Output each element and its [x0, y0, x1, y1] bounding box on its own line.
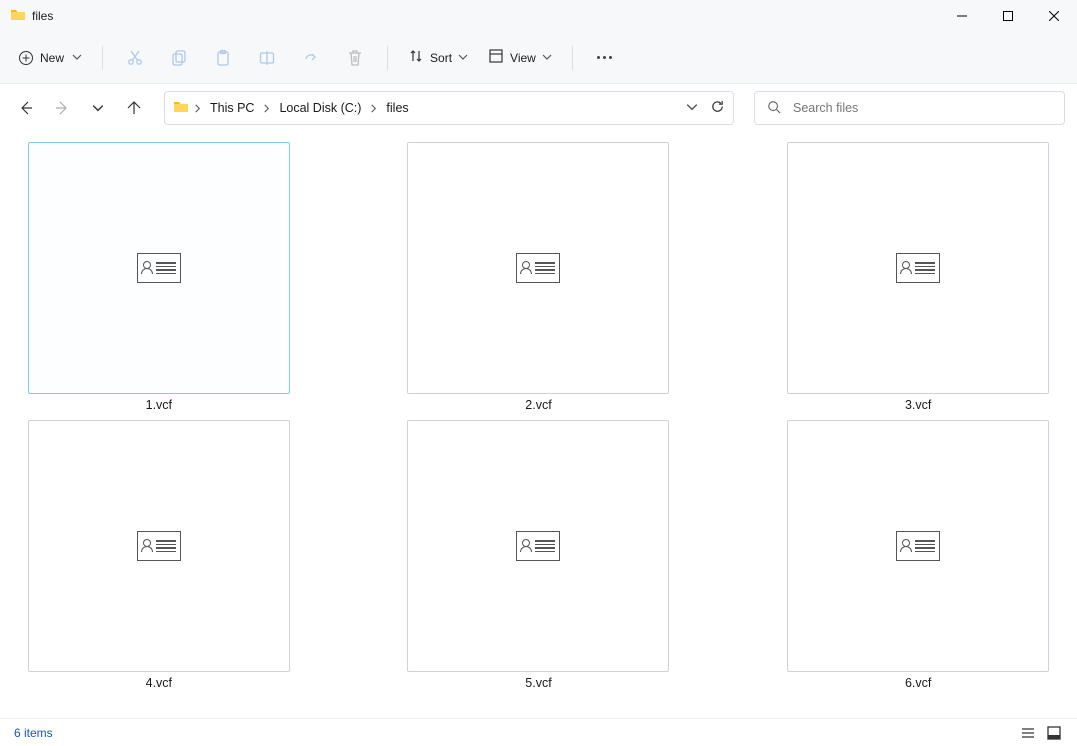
- sort-label: Sort: [430, 51, 452, 65]
- share-button[interactable]: [291, 40, 331, 76]
- details-view-button[interactable]: [1019, 724, 1037, 742]
- search-icon: [767, 100, 781, 117]
- forward-button[interactable]: [48, 94, 76, 122]
- file-item[interactable]: 4.vcf: [14, 420, 304, 690]
- file-thumbnail[interactable]: [28, 420, 290, 672]
- view-icon: [488, 48, 504, 67]
- file-explorer-window: files New: [0, 0, 1077, 746]
- maximize-button[interactable]: [985, 0, 1031, 32]
- toolbar-separator: [572, 46, 573, 70]
- plus-circle-icon: [18, 50, 34, 66]
- refresh-button[interactable]: [710, 99, 725, 117]
- recent-dropdown[interactable]: [84, 94, 112, 122]
- file-name-label[interactable]: 6.vcf: [905, 676, 931, 690]
- file-thumbnail[interactable]: [787, 420, 1049, 672]
- nav-row: This PC Local Disk (C:) files: [0, 84, 1077, 132]
- vcard-icon: [516, 531, 560, 561]
- status-bar: 6 items: [0, 718, 1077, 746]
- file-item[interactable]: 3.vcf: [773, 142, 1063, 412]
- vcard-icon: [516, 253, 560, 283]
- content-area[interactable]: 1.vcf 2.vcf 3.vcf 4.vcf 5.vcf: [0, 132, 1077, 718]
- search-input[interactable]: [791, 100, 1052, 116]
- folder-icon: [173, 99, 189, 118]
- chevron-down-icon: [458, 51, 468, 65]
- status-text: 6 items: [14, 726, 53, 740]
- breadcrumb-item[interactable]: Local Disk (C:): [275, 101, 365, 115]
- cut-button[interactable]: [115, 40, 155, 76]
- chevron-right-icon[interactable]: [369, 104, 378, 113]
- file-name-label[interactable]: 3.vcf: [905, 398, 931, 412]
- vcard-icon: [137, 531, 181, 561]
- paste-button[interactable]: [203, 40, 243, 76]
- vcard-icon: [896, 531, 940, 561]
- titlebar: files: [0, 0, 1077, 32]
- chevron-down-icon[interactable]: [686, 101, 698, 116]
- toolbar-separator: [102, 46, 103, 70]
- file-name-label[interactable]: 1.vcf: [146, 398, 172, 412]
- delete-button[interactable]: [335, 40, 375, 76]
- back-button[interactable]: [12, 94, 40, 122]
- chevron-down-icon: [72, 51, 82, 65]
- breadcrumb-item[interactable]: This PC: [206, 101, 258, 115]
- file-thumbnail[interactable]: [407, 142, 669, 394]
- file-name-label[interactable]: 5.vcf: [525, 676, 551, 690]
- chevron-down-icon: [542, 51, 552, 65]
- sort-button[interactable]: Sort: [400, 44, 476, 71]
- thumbnails-view-button[interactable]: [1045, 724, 1063, 742]
- file-item[interactable]: 5.vcf: [394, 420, 684, 690]
- window-title: files: [32, 9, 53, 23]
- file-name-label[interactable]: 2.vcf: [525, 398, 551, 412]
- view-label: View: [510, 51, 536, 65]
- folder-icon: [10, 7, 26, 26]
- new-label: New: [40, 51, 64, 65]
- view-button[interactable]: View: [480, 44, 560, 71]
- chevron-right-icon[interactable]: [193, 104, 202, 113]
- statusbar-right: [1019, 724, 1063, 742]
- copy-button[interactable]: [159, 40, 199, 76]
- search-box[interactable]: [754, 91, 1065, 125]
- rename-button[interactable]: [247, 40, 287, 76]
- titlebar-left: files: [0, 7, 53, 26]
- chevron-right-icon[interactable]: [262, 104, 271, 113]
- window-controls: [939, 0, 1077, 32]
- file-item[interactable]: 2.vcf: [394, 142, 684, 412]
- vcard-icon: [896, 253, 940, 283]
- up-button[interactable]: [120, 94, 148, 122]
- toolbar-separator: [387, 46, 388, 70]
- breadcrumb-right: [686, 99, 725, 117]
- file-thumbnail[interactable]: [407, 420, 669, 672]
- toolbar: New Sort View: [0, 32, 1077, 84]
- file-item[interactable]: 6.vcf: [773, 420, 1063, 690]
- nav-arrows: [12, 94, 148, 122]
- file-grid: 1.vcf 2.vcf 3.vcf 4.vcf 5.vcf: [14, 142, 1063, 690]
- more-button[interactable]: [585, 56, 624, 59]
- file-thumbnail[interactable]: [787, 142, 1049, 394]
- file-name-label[interactable]: 4.vcf: [146, 676, 172, 690]
- file-thumbnail[interactable]: [28, 142, 290, 394]
- breadcrumb[interactable]: This PC Local Disk (C:) files: [164, 91, 734, 125]
- breadcrumb-item[interactable]: files: [382, 101, 412, 115]
- close-button[interactable]: [1031, 0, 1077, 32]
- sort-icon: [408, 48, 424, 67]
- minimize-button[interactable]: [939, 0, 985, 32]
- new-button[interactable]: New: [10, 46, 90, 70]
- vcard-icon: [137, 253, 181, 283]
- file-item[interactable]: 1.vcf: [14, 142, 304, 412]
